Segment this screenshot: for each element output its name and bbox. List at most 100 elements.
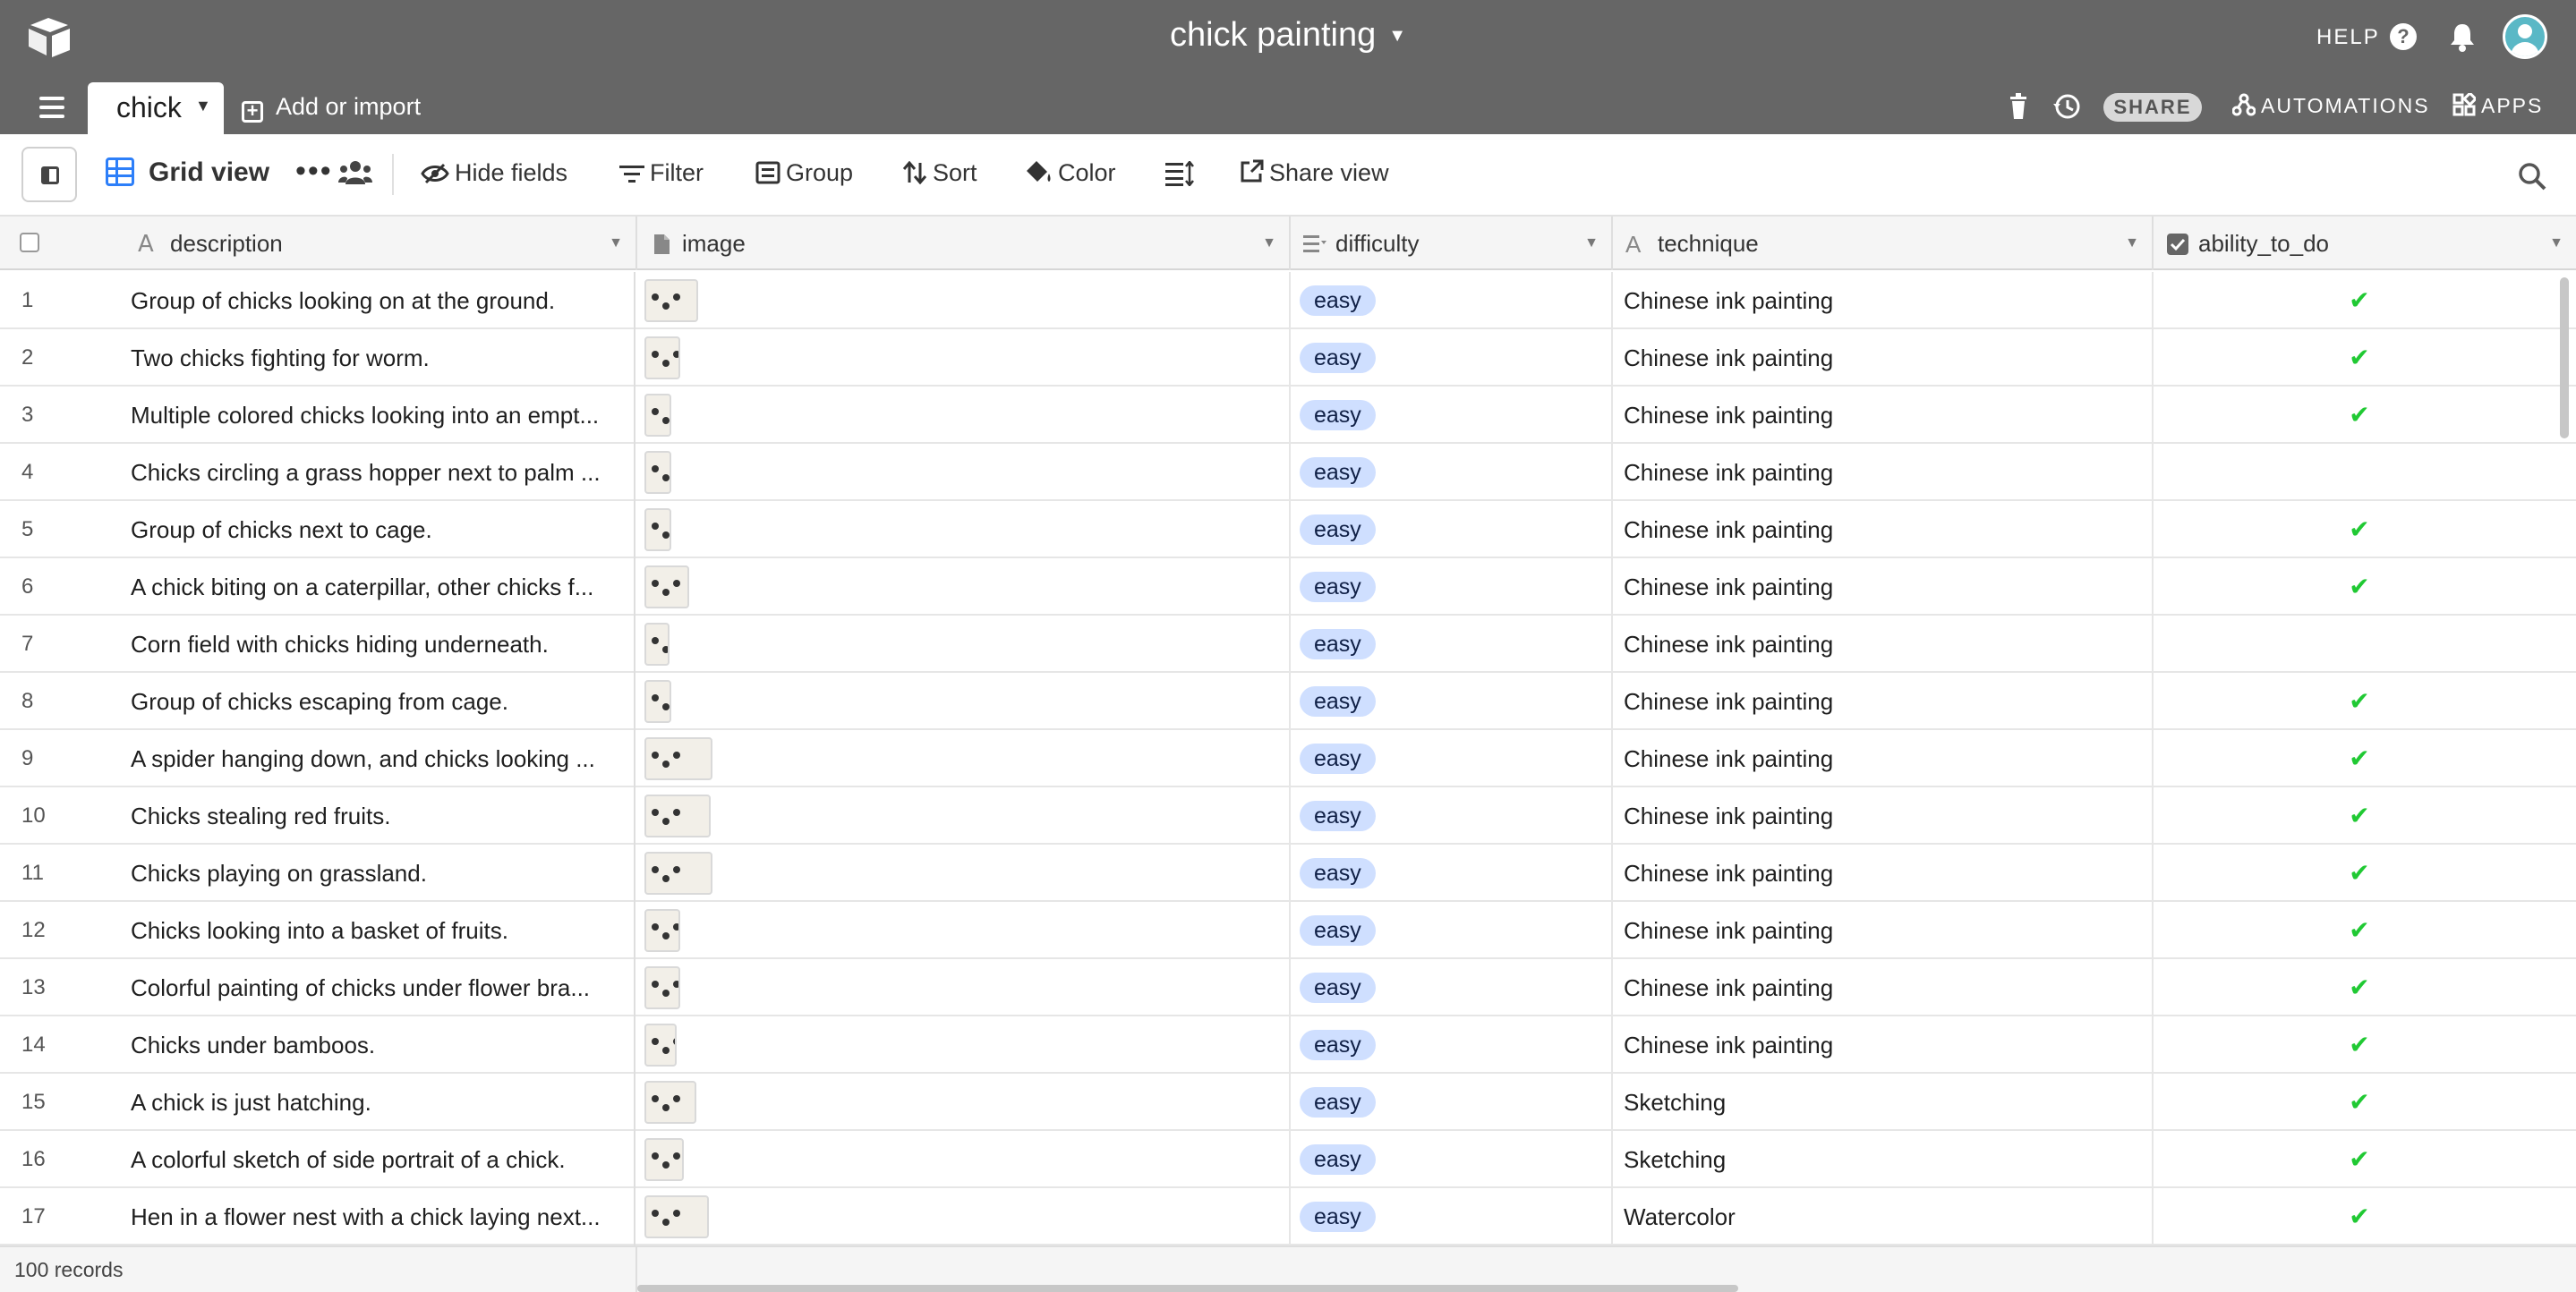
more-options-icon[interactable]: •••: [295, 154, 333, 189]
user-avatar[interactable]: [2503, 14, 2547, 59]
difficulty-cell[interactable]: easy: [1291, 673, 1613, 730]
ability-to-do-cell[interactable]: ✔: [2154, 387, 2565, 444]
table-row[interactable]: 10 Chicks stealing red fruits. easy Chinese…: [0, 787, 2576, 845]
technique-cell[interactable]: Chinese ink painting: [1613, 1016, 2154, 1074]
checkmark-icon[interactable]: ✔: [2349, 515, 2369, 543]
description-cell[interactable]: Chicks circling a grass hopper next to p…: [125, 444, 635, 501]
image-thumbnail[interactable]: [644, 795, 711, 837]
checkmark-icon[interactable]: ✔: [2349, 687, 2369, 715]
image-cell[interactable]: [637, 730, 1291, 787]
description-cell[interactable]: Group of chicks escaping from cage.: [125, 673, 635, 730]
ability-to-do-cell[interactable]: ✔: [2154, 845, 2565, 902]
image-thumbnail[interactable]: [644, 1024, 677, 1067]
description-cell[interactable]: Corn field with chicks hiding underneath…: [125, 616, 635, 673]
base-title[interactable]: chick painting ▼: [0, 16, 2576, 55]
technique-cell[interactable]: Chinese ink painting: [1613, 673, 2154, 730]
column-header-image[interactable]: image ▼: [637, 217, 1291, 270]
ability-to-do-cell[interactable]: ✔: [2154, 1074, 2565, 1131]
horizontal-scrollbar[interactable]: [637, 1285, 1738, 1292]
difficulty-cell[interactable]: easy: [1291, 329, 1613, 387]
table-row[interactable]: 5 Group of chicks next to cage. easy Chines…: [0, 501, 2576, 558]
technique-cell[interactable]: Chinese ink painting: [1613, 387, 2154, 444]
technique-cell[interactable]: Chinese ink painting: [1613, 787, 2154, 845]
technique-cell[interactable]: Chinese ink painting: [1613, 902, 2154, 959]
difficulty-cell[interactable]: easy: [1291, 387, 1613, 444]
checkmark-icon[interactable]: ✔: [2349, 344, 2369, 371]
chevron-down-icon[interactable]: ▼: [2125, 217, 2139, 270]
trash-icon[interactable]: [2009, 93, 2028, 120]
checkmark-icon[interactable]: ✔: [2349, 573, 2369, 600]
technique-cell[interactable]: Watercolor: [1613, 1188, 2154, 1245]
hide-fields-button[interactable]: Hide fields: [421, 159, 567, 187]
checkmark-icon[interactable]: ✔: [2349, 973, 2369, 1001]
image-thumbnail[interactable]: [644, 451, 671, 494]
description-cell[interactable]: Chicks playing on grassland.: [125, 845, 635, 902]
description-cell[interactable]: A colorful sketch of side portrait of a …: [125, 1131, 635, 1188]
bell-icon[interactable]: [2449, 21, 2476, 52]
image-cell[interactable]: [637, 272, 1291, 329]
automations-button[interactable]: AUTOMATIONS: [2232, 93, 2430, 118]
image-thumbnail[interactable]: [644, 966, 680, 1009]
column-header-ability-to-do[interactable]: ability_to_do ▼: [2154, 217, 2576, 270]
description-cell[interactable]: Colorful painting of chicks under flower…: [125, 959, 635, 1016]
checkmark-icon[interactable]: ✔: [2349, 916, 2369, 944]
image-thumbnail[interactable]: [644, 279, 698, 322]
technique-cell[interactable]: Chinese ink painting: [1613, 501, 2154, 558]
ability-to-do-cell[interactable]: ✔: [2154, 272, 2565, 329]
image-cell[interactable]: [637, 616, 1291, 673]
group-button[interactable]: Group: [755, 159, 853, 187]
chevron-down-icon[interactable]: ▼: [195, 97, 211, 115]
description-cell[interactable]: Group of chicks next to cage.: [125, 501, 635, 558]
ability-to-do-cell[interactable]: ✔: [2154, 730, 2565, 787]
checkmark-icon[interactable]: ✔: [2349, 1031, 2369, 1058]
table-row[interactable]: 9 A spider hanging down, and chicks looki…: [0, 730, 2576, 787]
description-cell[interactable]: Multiple colored chicks looking into an …: [125, 387, 635, 444]
technique-cell[interactable]: Sketching: [1613, 1074, 2154, 1131]
hamburger-menu-icon[interactable]: [39, 97, 64, 118]
description-cell[interactable]: Chicks stealing red fruits.: [125, 787, 635, 845]
table-row[interactable]: 4 Chicks circling a grass hopper next to …: [0, 444, 2576, 501]
checkmark-icon[interactable]: ✔: [2349, 859, 2369, 887]
image-thumbnail[interactable]: [644, 852, 712, 895]
description-cell[interactable]: A spider hanging down, and chicks lookin…: [125, 730, 635, 787]
add-or-import-button[interactable]: + Add or import: [242, 93, 421, 123]
description-cell[interactable]: A chick is just hatching.: [125, 1074, 635, 1131]
table-row[interactable]: 11 Chicks playing on grassland. easy Chines…: [0, 845, 2576, 902]
image-cell[interactable]: [637, 787, 1291, 845]
help-icon[interactable]: ?: [2390, 23, 2417, 50]
technique-cell[interactable]: Chinese ink painting: [1613, 959, 2154, 1016]
ability-to-do-cell[interactable]: ✔: [2154, 558, 2565, 616]
color-button[interactable]: Color: [1026, 159, 1116, 187]
table-row[interactable]: 1 Group of chicks looking on at the groun…: [0, 272, 2576, 329]
base-title-text[interactable]: chick painting: [1170, 16, 1376, 54]
technique-cell[interactable]: Chinese ink painting: [1613, 272, 2154, 329]
technique-cell[interactable]: Chinese ink painting: [1613, 558, 2154, 616]
help-link[interactable]: HELP: [2316, 25, 2380, 50]
sort-button[interactable]: Sort: [902, 159, 977, 187]
image-cell[interactable]: [637, 1188, 1291, 1245]
difficulty-cell[interactable]: easy: [1291, 558, 1613, 616]
image-cell[interactable]: [637, 444, 1291, 501]
table-tab-chick[interactable]: chick ▼: [88, 82, 224, 134]
table-row[interactable]: 2 Two chicks fighting for worm. easy Chines…: [0, 329, 2576, 387]
views-sidebar-toggle[interactable]: [21, 147, 77, 202]
column-header-difficulty[interactable]: difficulty ▼: [1291, 217, 1613, 270]
image-thumbnail[interactable]: [644, 680, 671, 723]
image-cell[interactable]: [637, 1016, 1291, 1074]
image-cell[interactable]: [637, 1131, 1291, 1188]
row-height-icon[interactable]: [1165, 161, 1194, 186]
column-header-technique[interactable]: A technique ▼: [1613, 217, 2154, 270]
checkmark-icon[interactable]: ✔: [2349, 286, 2369, 314]
table-row[interactable]: 17 Hen in a flower nest with a chick layi…: [0, 1188, 2576, 1245]
image-thumbnail[interactable]: [644, 737, 712, 780]
table-row[interactable]: 13 Colorful painting of chicks under flow…: [0, 959, 2576, 1016]
image-cell[interactable]: [637, 845, 1291, 902]
description-cell[interactable]: A chick biting on a caterpillar, other c…: [125, 558, 635, 616]
image-thumbnail[interactable]: [644, 508, 671, 551]
image-cell[interactable]: [637, 387, 1291, 444]
image-cell[interactable]: [637, 329, 1291, 387]
technique-cell[interactable]: Chinese ink painting: [1613, 616, 2154, 673]
difficulty-cell[interactable]: easy: [1291, 501, 1613, 558]
image-thumbnail[interactable]: [644, 1195, 709, 1238]
difficulty-cell[interactable]: easy: [1291, 787, 1613, 845]
